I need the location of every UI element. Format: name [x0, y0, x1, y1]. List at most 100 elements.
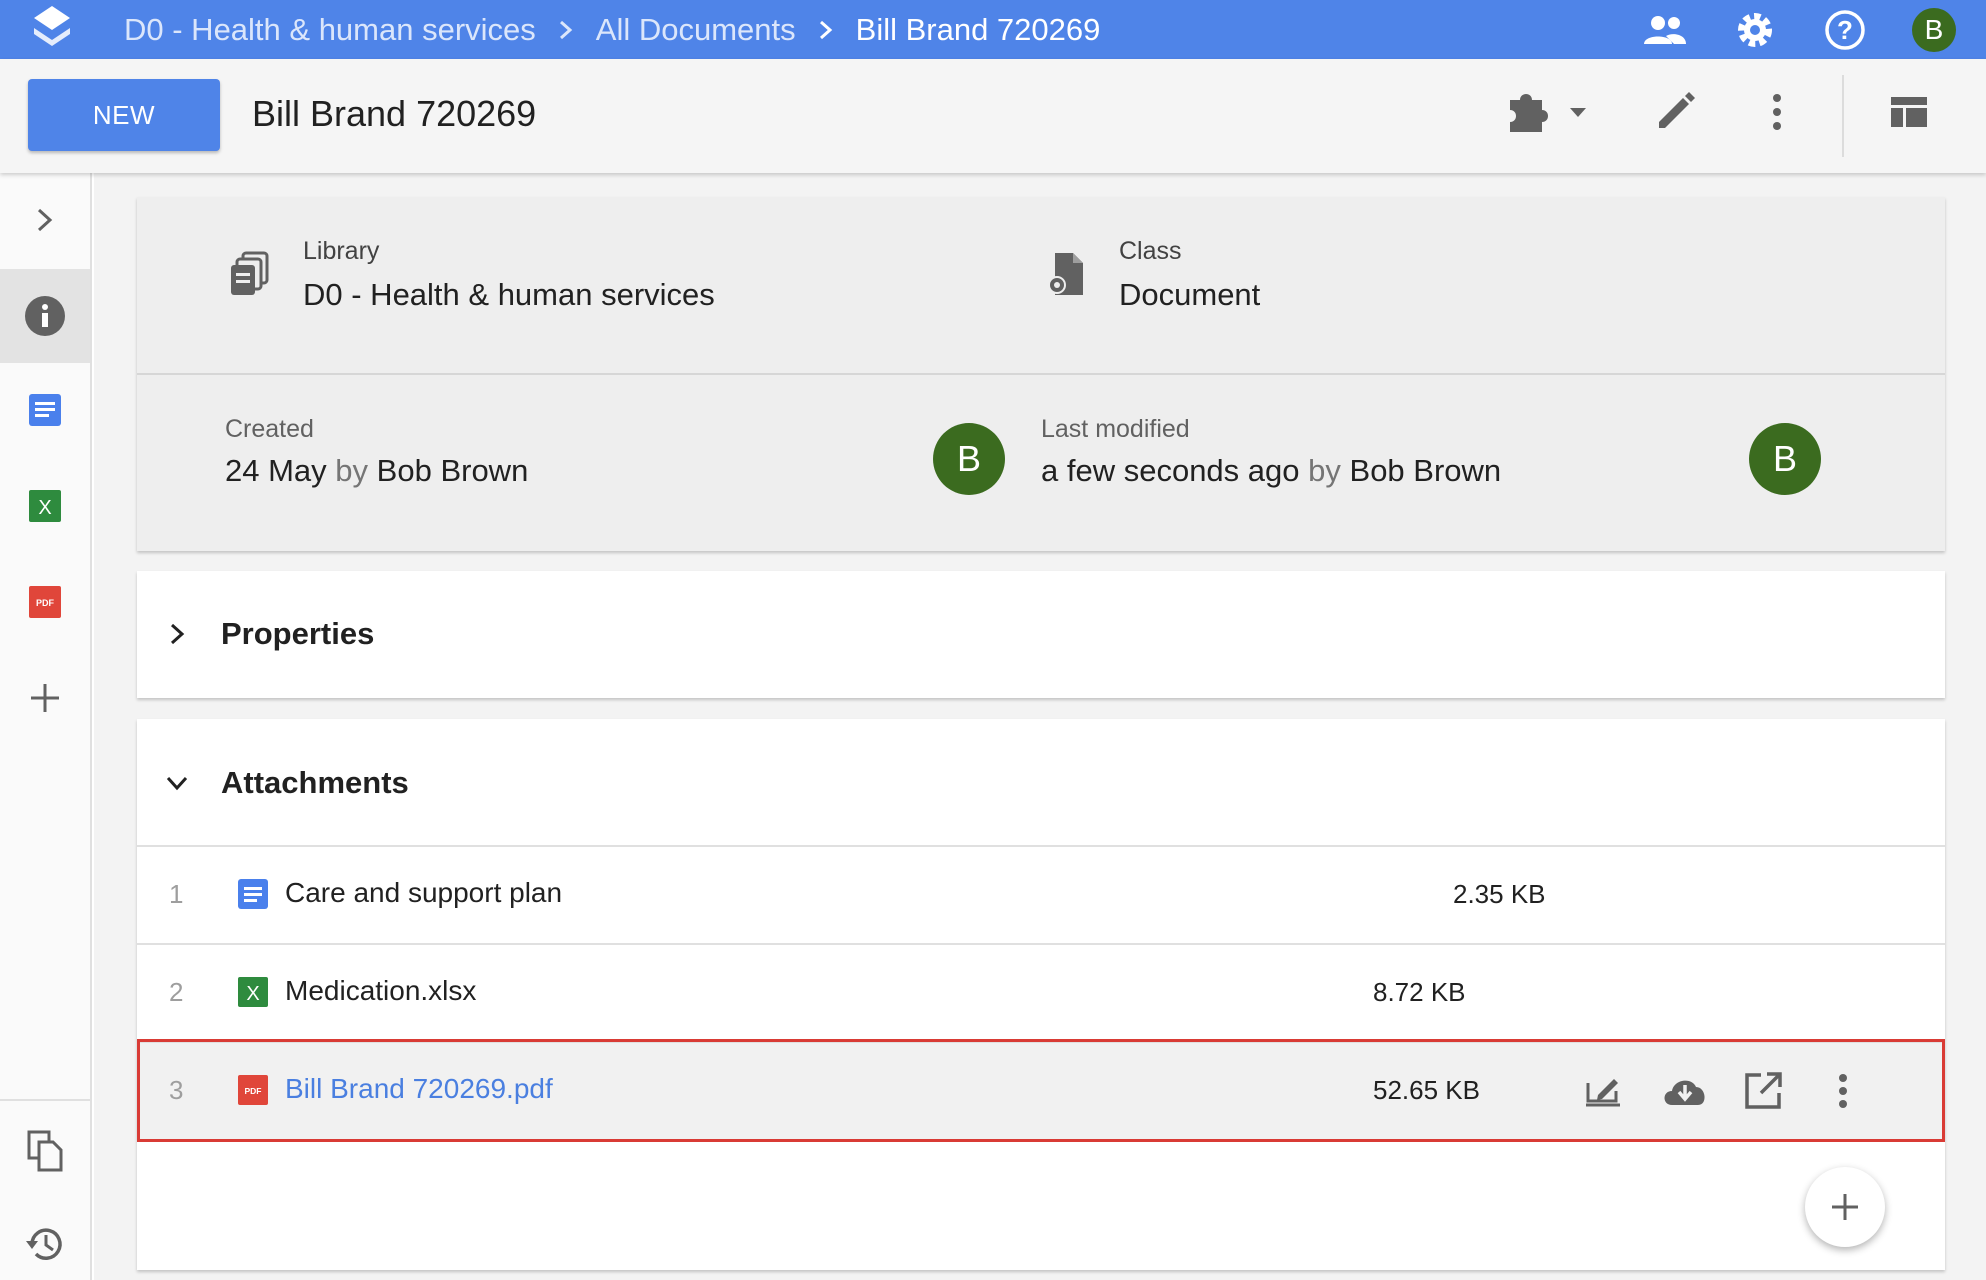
cloud-download-icon [1664, 1080, 1705, 1105]
help-icon[interactable]: ? [1822, 7, 1868, 53]
download-button[interactable] [1657, 1065, 1713, 1117]
attachments-collapse-toggle[interactable] [159, 765, 195, 801]
sidebar-item-medication[interactable]: X [0, 459, 90, 553]
attachment-row[interactable]: 1 Care and support plan 2.35 KB [137, 845, 1945, 943]
edit-button[interactable] [1648, 85, 1702, 139]
gear-icon[interactable] [1732, 7, 1778, 53]
expand-sidebar-button[interactable] [0, 173, 90, 267]
pencil-icon [1659, 92, 1695, 128]
sign-button[interactable] [1577, 1065, 1629, 1117]
breadcrumb-all-documents[interactable]: All Documents [596, 12, 796, 48]
modified-value: a few seconds ago by Bob Brown [1041, 453, 1501, 489]
attachment-size: 52.65 KB [1373, 1075, 1480, 1105]
modifier-avatar[interactable]: B [1749, 423, 1821, 495]
svg-text:X: X [38, 497, 51, 519]
sidebar-item-info[interactable] [0, 269, 90, 363]
svg-text:?: ? [1837, 15, 1853, 45]
app-logo-icon[interactable] [30, 4, 74, 54]
attachment-size: 8.72 KB [1373, 977, 1466, 1007]
excel-icon: X [238, 977, 268, 1007]
sign-icon [1586, 1079, 1620, 1107]
properties-title[interactable]: Properties [221, 616, 374, 652]
more-options-button[interactable] [1750, 85, 1804, 139]
attachment-name[interactable]: Care and support plan [285, 877, 562, 909]
breadcrumb: D0 - Health & human services All Documen… [124, 0, 1100, 59]
chevron-right-icon [170, 623, 185, 645]
chevron-right-icon [37, 208, 53, 232]
created-date: 24 May [225, 453, 327, 488]
history-icon [26, 1228, 62, 1260]
doc-icon [238, 879, 268, 909]
row-number: 2 [169, 977, 184, 1007]
info-divider [137, 373, 1945, 375]
sidebar-add-button[interactable] [0, 651, 90, 745]
info-icon [25, 296, 65, 336]
chevron-right-icon [556, 20, 576, 40]
more-vert-icon [1839, 1074, 1847, 1108]
svg-text:PDF: PDF [245, 1086, 262, 1096]
add-icon [1832, 1194, 1858, 1220]
properties-panel: Properties [137, 571, 1945, 698]
created-label: Created [225, 415, 314, 443]
library-value: D0 - Health & human services [303, 277, 715, 312]
sidebar-item-pdf[interactable]: PDF [0, 555, 90, 649]
breadcrumb-library[interactable]: D0 - Health & human services [124, 12, 536, 48]
pdf-icon: PDF [238, 1075, 268, 1105]
more-vert-icon [1773, 94, 1781, 130]
layout-icon [1891, 97, 1927, 127]
excel-icon: X [29, 490, 61, 522]
puzzle-icon [1510, 94, 1586, 132]
attachment-name-link[interactable]: Bill Brand 720269.pdf [285, 1073, 553, 1105]
attachments-title: Attachments [221, 765, 409, 800]
attachment-name[interactable]: Medication.xlsx [285, 975, 476, 1007]
library-label: Library [303, 237, 380, 265]
creator-avatar[interactable]: B [933, 423, 1005, 495]
row-number: 3 [169, 1075, 184, 1105]
copy-icon [27, 1130, 63, 1172]
toolbar: NEW Bill Brand 720269 [0, 59, 1986, 173]
add-icon [31, 684, 59, 712]
chevron-right-icon [816, 20, 836, 40]
attachment-size: 2.35 KB [1453, 879, 1546, 909]
class-label: Class [1119, 237, 1182, 265]
sidebar-copy-button[interactable] [0, 1103, 90, 1197]
created-by: Bob Brown [376, 453, 529, 488]
sidebar-divider [0, 1099, 90, 1101]
chevron-down-icon [166, 776, 188, 791]
row-number: 1 [169, 879, 184, 909]
library-icon [231, 251, 269, 295]
toolbar-divider [1842, 75, 1844, 157]
top-bar: D0 - Health & human services All Documen… [0, 0, 1986, 59]
open-in-new-icon [1745, 1072, 1782, 1109]
sidebar-item-care-plan[interactable] [0, 363, 90, 457]
modified-label: Last modified [1041, 415, 1190, 443]
document-class-icon [1048, 253, 1083, 295]
properties-expand-toggle[interactable] [159, 616, 195, 652]
created-value: 24 May by Bob Brown [225, 453, 528, 489]
attachment-row-selected[interactable]: 3 PDF Bill Brand 720269.pdf 52.65 KB [137, 1041, 1945, 1139]
doc-icon [29, 394, 61, 426]
sidebar-history-button[interactable] [0, 1197, 90, 1280]
open-external-button[interactable] [1737, 1065, 1789, 1117]
people-icon[interactable] [1642, 7, 1688, 53]
breadcrumb-current: Bill Brand 720269 [855, 11, 1101, 47]
document-info-card: Library D0 - Health & human services Cla… [137, 197, 1945, 551]
created-by-word: by [335, 453, 369, 488]
layout-button[interactable] [1882, 85, 1936, 139]
pdf-icon: PDF [29, 586, 61, 618]
add-attachment-fab[interactable] [1805, 1167, 1885, 1247]
new-button[interactable]: NEW [28, 79, 220, 151]
attachment-row[interactable]: 2 X Medication.xlsx 8.72 KB [137, 943, 1945, 1041]
class-value: Document [1119, 277, 1261, 312]
attachments-panel: Attachments 1 Care and support plan 2.35… [137, 719, 1945, 1270]
svg-text:PDF: PDF [36, 598, 55, 608]
modified-by-word: by [1308, 453, 1341, 488]
modified-by: Bob Brown [1349, 453, 1502, 488]
left-sidebar: X PDF [0, 173, 92, 1280]
extensions-dropdown-button[interactable] [1506, 85, 1596, 139]
modified-date: a few seconds ago [1041, 453, 1300, 488]
user-avatar[interactable]: B [1912, 7, 1956, 52]
svg-text:X: X [246, 983, 259, 1005]
row-more-options-button[interactable] [1817, 1065, 1869, 1117]
page-title: Bill Brand 720269 [252, 93, 537, 134]
